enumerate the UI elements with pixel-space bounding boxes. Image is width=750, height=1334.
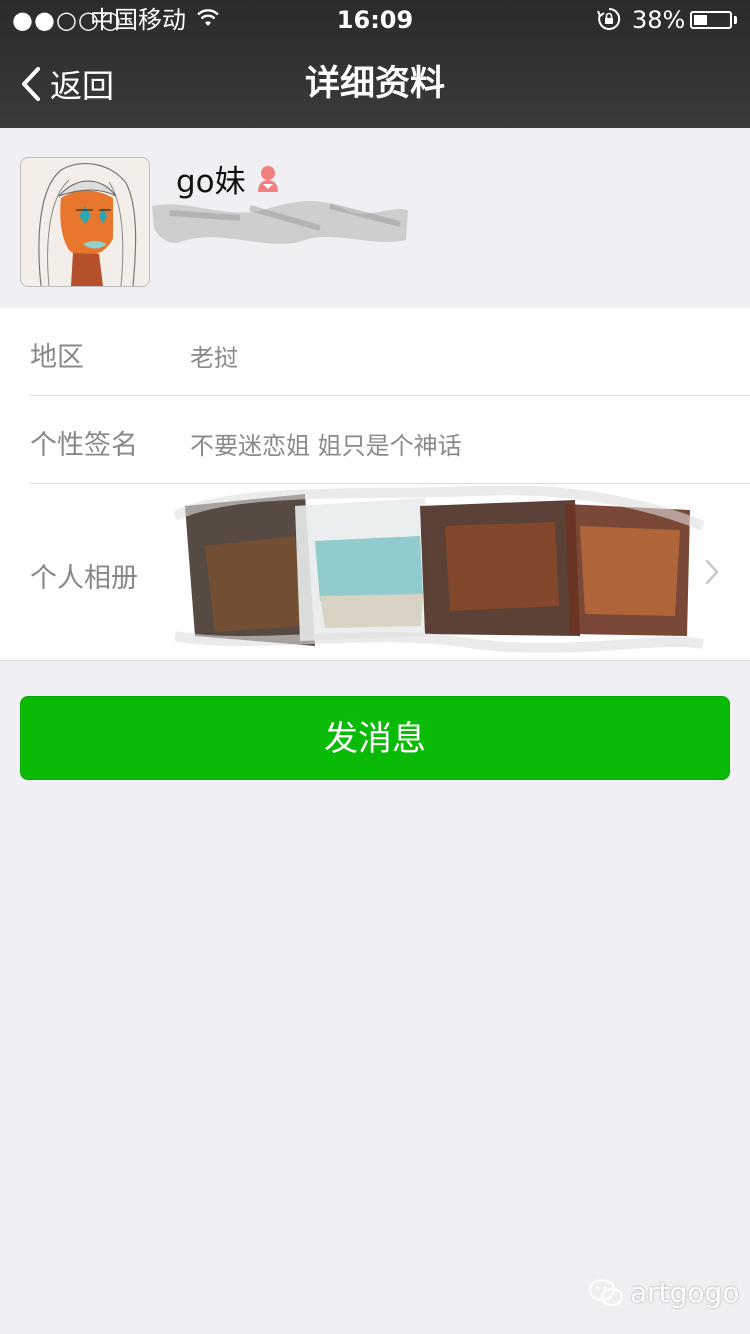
wechat-icon xyxy=(589,1278,623,1306)
back-label: 返回 xyxy=(50,67,115,105)
profile-header: go妹 xyxy=(0,128,750,309)
battery-cap xyxy=(734,16,737,24)
album-label: 个人相册 xyxy=(30,563,138,594)
watermark-text: artgogo xyxy=(630,1276,740,1309)
avatar[interactable] xyxy=(20,157,150,287)
info-list: 地区 老挝 个性签名 不要迷恋姐 姐只是个神话 个人相册 xyxy=(0,308,750,661)
album-row[interactable]: 个人相册 xyxy=(0,484,750,660)
status-bar: ●●○○○ 中国移动 16:09 38% xyxy=(0,0,750,40)
back-button[interactable]: 返回 xyxy=(20,40,114,128)
watermark: artgogo xyxy=(588,1276,739,1309)
signature-label: 个性签名 xyxy=(30,430,138,461)
rotation-lock-icon xyxy=(597,7,621,30)
avatar-illustration xyxy=(21,158,149,286)
battery-percent: 38% xyxy=(632,6,686,34)
navigation-bar: 返回 详细资料 xyxy=(0,40,750,128)
top-bar: ●●○○○ 中国移动 16:09 38% 返回 详细资料 xyxy=(0,0,750,128)
signature-value: 不要迷恋姐 姐只是个神话 xyxy=(190,432,462,460)
obscured-wechat-id xyxy=(152,201,408,244)
chevron-left-icon xyxy=(22,67,40,101)
region-value: 老挝 xyxy=(190,344,238,372)
album-thumbnails xyxy=(175,486,705,653)
battery-icon xyxy=(690,11,732,29)
signature-row: 个性签名 不要迷恋姐 姐只是个神话 xyxy=(0,396,750,484)
chevron-right-icon xyxy=(705,559,719,585)
region-row: 地区 老挝 xyxy=(0,308,750,396)
battery-fill xyxy=(694,15,707,25)
send-message-button[interactable]: 发消息 xyxy=(20,696,730,780)
region-label: 地区 xyxy=(30,342,84,373)
